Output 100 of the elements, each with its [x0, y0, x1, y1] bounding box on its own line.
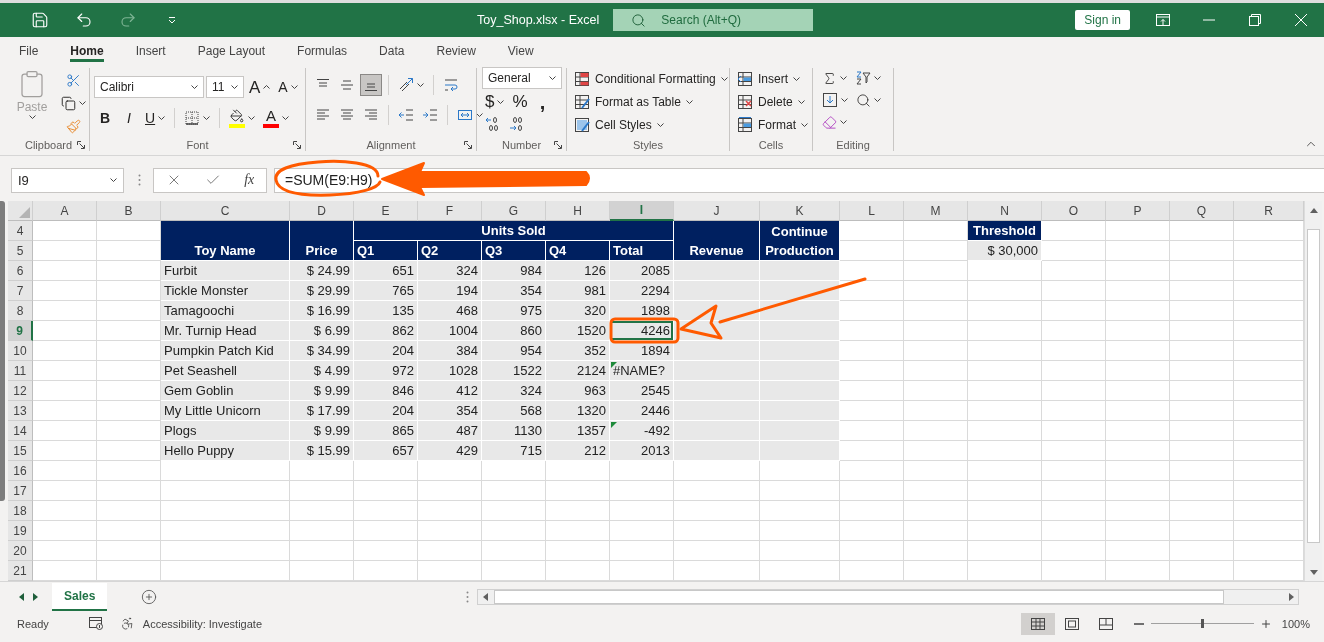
column-header[interactable]: G [482, 201, 546, 221]
wrap-text-icon [443, 77, 459, 93]
table-cell: 468 [418, 301, 482, 321]
column-header[interactable]: J [674, 201, 760, 221]
table-cell: 975 [482, 301, 546, 321]
row-header[interactable]: 18 [8, 501, 33, 521]
rectangle-annotation [609, 317, 680, 344]
ribbon-tab[interactable]: File [3, 37, 55, 64]
table-cell: 429 [418, 441, 482, 461]
column-header[interactable]: N [968, 201, 1042, 221]
italic-button[interactable]: I [118, 107, 140, 129]
ribbon-tab[interactable]: Review [420, 37, 492, 64]
vertical-scrollbar[interactable] [1304, 201, 1322, 581]
column-header[interactable]: H [546, 201, 610, 221]
row-header[interactable]: 14 [8, 421, 33, 441]
number-format-dropdown[interactable]: General [482, 67, 562, 89]
font-size-dropdown[interactable]: 11 [206, 76, 244, 98]
scrollbar-thumb[interactable] [1307, 229, 1320, 543]
paint-bucket-icon [230, 108, 245, 123]
row-header[interactable]: 15 [8, 441, 33, 461]
dialog-launcher-button[interactable] [292, 140, 302, 150]
column-header[interactable]: E [354, 201, 418, 221]
row-header[interactable]: 11 [8, 361, 33, 381]
row-header[interactable]: 7 [8, 281, 33, 301]
sort-filter-icon [855, 70, 871, 86]
scrollbar-thumb[interactable] [494, 589, 1224, 604]
delete-cells-button[interactable]: Delete [735, 90, 812, 113]
row-header[interactable]: 21 [8, 561, 33, 581]
increase-font-size-button[interactable]: A [246, 76, 274, 98]
font-name-dropdown[interactable]: Calibri [94, 76, 204, 98]
column-header[interactable]: K [760, 201, 840, 221]
ribbon-tab[interactable]: Home [54, 37, 120, 64]
row-header[interactable]: 13 [8, 401, 33, 421]
column-header[interactable]: R [1234, 201, 1304, 221]
new-sheet-button[interactable] [141, 588, 158, 605]
row-header[interactable]: 12 [8, 381, 33, 401]
row-header[interactable]: 20 [8, 541, 33, 561]
table-cell: $ 16.99 [290, 301, 354, 321]
row-header[interactable]: 16 [8, 461, 33, 481]
column-header[interactable]: B [97, 201, 161, 221]
table-cell: $ 6.99 [290, 321, 354, 341]
format-as-table-button[interactable]: Format as Table [572, 90, 729, 113]
table-cell: $ 9.99 [290, 381, 354, 401]
row-header[interactable]: 9 [8, 321, 33, 341]
table-cell: 1004 [418, 321, 482, 341]
row-header[interactable]: 19 [8, 521, 33, 541]
ribbon-tab[interactable]: View [491, 37, 550, 64]
sign-in-button[interactable]: Sign in [1075, 10, 1130, 30]
normal-view-button[interactable] [1020, 612, 1055, 635]
ribbon-tab[interactable]: Data [363, 37, 421, 64]
column-header[interactable]: L [840, 201, 904, 221]
row-header[interactable]: 8 [8, 301, 33, 321]
format-cells-button[interactable]: Format [735, 113, 812, 136]
column-header[interactable]: O [1042, 201, 1106, 221]
insert-cells-icon [737, 70, 753, 87]
column-header[interactable]: M [904, 201, 968, 221]
row-header[interactable]: 5 [8, 241, 33, 261]
dialog-launcher-button[interactable] [76, 140, 86, 150]
accessibility-status[interactable]: Accessibility: Investigate [142, 617, 262, 630]
currency-button[interactable]: $ [482, 90, 508, 113]
percent-button[interactable]: % [509, 90, 531, 113]
underline-button[interactable]: U [142, 107, 169, 129]
name-box[interactable]: I9 [11, 167, 124, 193]
search-field[interactable]: Search (Alt+Q) [613, 9, 814, 31]
font-color-button[interactable]: A [260, 107, 293, 129]
dialog-launcher-button[interactable] [553, 140, 563, 150]
row-header[interactable]: 17 [8, 481, 33, 501]
conditional-formatting-button[interactable]: Conditional Formatting [572, 67, 729, 90]
column-header[interactable]: A [33, 201, 97, 221]
table-cell: 972 [354, 361, 418, 381]
bold-button[interactable]: B [94, 107, 116, 129]
increase-decimal-icon [485, 116, 501, 132]
table-cell: 651 [354, 261, 418, 281]
ribbon-tab[interactable]: Formulas [281, 37, 364, 64]
row-header[interactable]: 6 [8, 261, 33, 281]
zoom-slider-thumb[interactable] [1201, 619, 1205, 628]
insert-cells-button[interactable]: Insert [735, 67, 812, 90]
sheet-tab[interactable]: Sales [52, 582, 108, 611]
decrease-font-size-button[interactable]: A [275, 76, 301, 98]
column-header[interactable]: C [161, 201, 290, 221]
dialog-launcher-button[interactable] [463, 140, 473, 150]
column-header[interactable]: F [418, 201, 482, 221]
page-icon [1064, 617, 1079, 630]
horizontal-scrollbar[interactable] [477, 588, 1299, 605]
insert-function-button[interactable]: fx [242, 172, 257, 188]
format-cells-icon [737, 116, 753, 133]
caret-icon [797, 99, 805, 104]
row-header[interactable]: 10 [8, 341, 33, 361]
column-header[interactable]: P [1106, 201, 1170, 221]
middle-align-icon [339, 77, 355, 93]
ribbon-tab[interactable]: Insert [119, 37, 182, 64]
table-cell: 1320 [546, 401, 610, 421]
ribbon-tab[interactable]: Page Layout [181, 37, 282, 64]
row-header[interactable]: 4 [8, 221, 33, 241]
bottom-align-button[interactable] [360, 74, 382, 96]
comma-style-button[interactable]: , [532, 90, 553, 113]
column-header[interactable]: D [290, 201, 354, 221]
cell-styles-button[interactable]: Cell Styles [572, 113, 729, 136]
column-header[interactable]: I [610, 201, 674, 221]
column-header[interactable]: Q [1170, 201, 1234, 221]
